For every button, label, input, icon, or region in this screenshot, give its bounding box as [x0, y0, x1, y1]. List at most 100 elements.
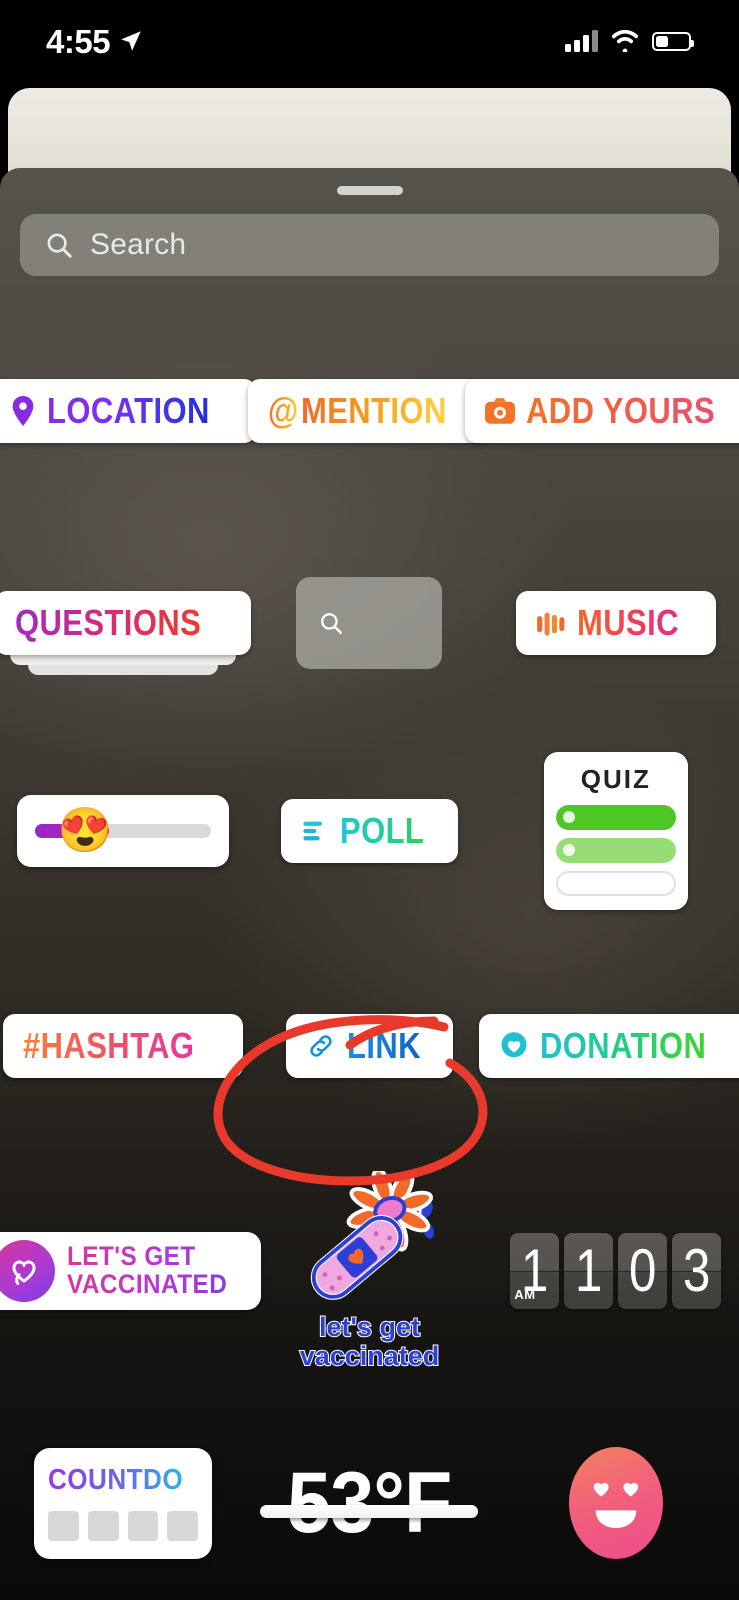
sticker-quiz[interactable]: QUIZ [543, 751, 688, 910]
vaccinated-badge-line-2: VACCINATED [67, 1268, 228, 1299]
cell-gif-placeholder [249, 577, 489, 669]
sticker-link[interactable]: LINK [285, 1013, 453, 1078]
sticker-link-label: LINK [346, 1024, 421, 1066]
cell-link: LINK [249, 1013, 489, 1078]
sticker-flip-clock[interactable]: AM 1 1 0 3 [510, 1232, 722, 1309]
cell-countdown: COUNTDOWN [3, 1447, 243, 1559]
cell-hashtag: #HASHTAG [3, 1013, 243, 1078]
bandage-flower-icon [311, 1171, 435, 1300]
sticker-mention-label: MENTION [301, 389, 447, 431]
search-icon [47, 233, 72, 258]
vaccinated-flower-caption-line-2: vaccinated [299, 1340, 441, 1371]
flip-digit-1: 1 [521, 1236, 549, 1304]
search-icon [321, 613, 343, 635]
sticker-temperature[interactable]: 53°F [254, 1448, 484, 1558]
wifi-icon [611, 30, 638, 52]
check-icon [562, 844, 575, 856]
status-bar-left: 4:55 [46, 25, 144, 58]
heart-eyes-icon [593, 1482, 639, 1528]
search-input[interactable]: Search [20, 214, 719, 276]
flip-digit-4: 3 [683, 1236, 711, 1304]
camera-icon [485, 397, 516, 424]
sticker-row-5: LET'S GET VACCINATED let's get vaccinate… [0, 1153, 739, 1388]
at-sign-icon: @ [268, 389, 300, 431]
cell-vaccinated-badge: LET'S GET VACCINATED [0, 1231, 262, 1310]
flip-tile-1: AM 1 [510, 1232, 560, 1309]
status-bar: 4:55 [0, 0, 739, 82]
sticker-location-label: LOCATION [47, 389, 210, 431]
vaccinated-badge-line-1: LET'S GET [67, 1242, 227, 1271]
cell-questions: QUESTIONS [0, 591, 252, 675]
sticker-vaccinated-flower[interactable]: let's get vaccinated [294, 1171, 444, 1371]
sticker-mention[interactable]: @ MENTION [248, 378, 491, 443]
sticker-countdown[interactable]: COUNTDOWN [34, 1447, 228, 1559]
flip-tile-3: 0 [618, 1232, 668, 1309]
cellular-signal-icon [565, 30, 598, 52]
music-bars-icon [537, 612, 565, 636]
sticker-row-2: QUESTIONS MUSIC [0, 523, 739, 723]
cell-quiz: QUIZ [496, 751, 736, 910]
sticker-questions-label: QUESTIONS [14, 602, 202, 643]
cell-music: MUSIC [496, 591, 736, 655]
flip-digit-2: 1 [575, 1236, 603, 1304]
sticker-heart-eyes-emoji[interactable] [568, 1447, 663, 1559]
sticker-donation-label: DONATION [539, 1024, 706, 1066]
sticker-lets-get-vaccinated-badge[interactable]: LET'S GET VACCINATED [0, 1231, 262, 1310]
status-bar-right [565, 30, 694, 52]
sticker-add-yours[interactable]: ADD YOURS [465, 378, 739, 443]
poll-bars-icon [303, 821, 322, 840]
temperature-flip-divider [260, 1505, 479, 1519]
quiz-option-1 [555, 804, 676, 830]
location-pin-icon [12, 395, 34, 426]
flip-tile-4: 3 [672, 1232, 722, 1309]
sticker-tray: Search LOCATION @ MENTION ADD YOURS QUES… [0, 168, 739, 1600]
sticker-hashtag-label: #HASHTAG [23, 1024, 195, 1066]
sticker-countdown-label: COUNTDOWN [48, 1463, 228, 1496]
sticker-add-yours-label: ADD YOURS [526, 389, 716, 431]
cell-flip-clock: AM 1 1 0 3 [496, 1232, 736, 1309]
heart-ribbon-icon [0, 1239, 56, 1302]
check-icon [562, 811, 575, 823]
location-arrow-icon [121, 31, 141, 51]
vaccinated-badge-text: LET'S GET VACCINATED [67, 1242, 245, 1299]
cell-poll: POLL [249, 798, 489, 863]
cell-vaccinated-flower: let's get vaccinated [249, 1171, 489, 1371]
battery-icon [652, 31, 694, 51]
sticker-row-6: COUNTDOWN 53°F [0, 1388, 739, 1600]
sticker-donation[interactable]: DONATION [478, 1013, 739, 1078]
sticker-location[interactable]: LOCATION [0, 378, 257, 443]
sticker-music[interactable]: MUSIC [516, 591, 716, 655]
sticker-poll[interactable]: POLL [280, 798, 458, 863]
sticker-row-3: 😍 POLL QUIZ [0, 723, 739, 938]
sticker-hashtag[interactable]: #HASHTAG [3, 1013, 243, 1078]
story-photo-preview [8, 88, 731, 178]
sticker-emoji-slider[interactable]: 😍 [17, 794, 230, 867]
cell-emoji-slider: 😍 [3, 794, 243, 867]
vaccinated-flower-caption: let's get vaccinated [299, 1312, 441, 1371]
sticker-music-label: MUSIC [577, 602, 679, 643]
heart-pin-icon [501, 1031, 527, 1057]
cell-donation: DONATION [478, 1013, 739, 1078]
slider-thumb-emoji[interactable]: 😍 [58, 808, 113, 853]
flip-tile-2: 1 [564, 1232, 614, 1309]
search-placeholder: Search [90, 228, 187, 261]
vaccinated-flower-caption-line-1: let's get [318, 1312, 421, 1343]
questions-card: QUESTIONS [0, 591, 252, 655]
cell-location: LOCATION [0, 378, 257, 443]
status-time: 4:55 [46, 22, 111, 60]
sticker-quiz-label: QUIZ [580, 763, 651, 794]
cell-heart-eyes-emoji [496, 1447, 736, 1559]
sticker-poll-label: POLL [339, 809, 425, 851]
quiz-option-3 [555, 870, 676, 896]
drag-handle[interactable] [336, 186, 403, 195]
countdown-placeholder-boxes [48, 1510, 199, 1541]
cell-temperature: 53°F [249, 1448, 489, 1558]
quiz-option-2 [555, 837, 676, 863]
phone-screen: 4:55 Search LOCATION @ MENTION ADD YOURS… [0, 0, 739, 1600]
cell-mention: @ MENTION [248, 378, 491, 443]
temperature-value: 53°F [287, 1455, 452, 1551]
sticker-gif-placeholder[interactable] [296, 577, 443, 669]
sticker-questions[interactable]: QUESTIONS [0, 591, 252, 675]
chain-link-icon [310, 1034, 332, 1057]
sticker-row-4: #HASHTAG LINK DONATION [0, 938, 739, 1153]
